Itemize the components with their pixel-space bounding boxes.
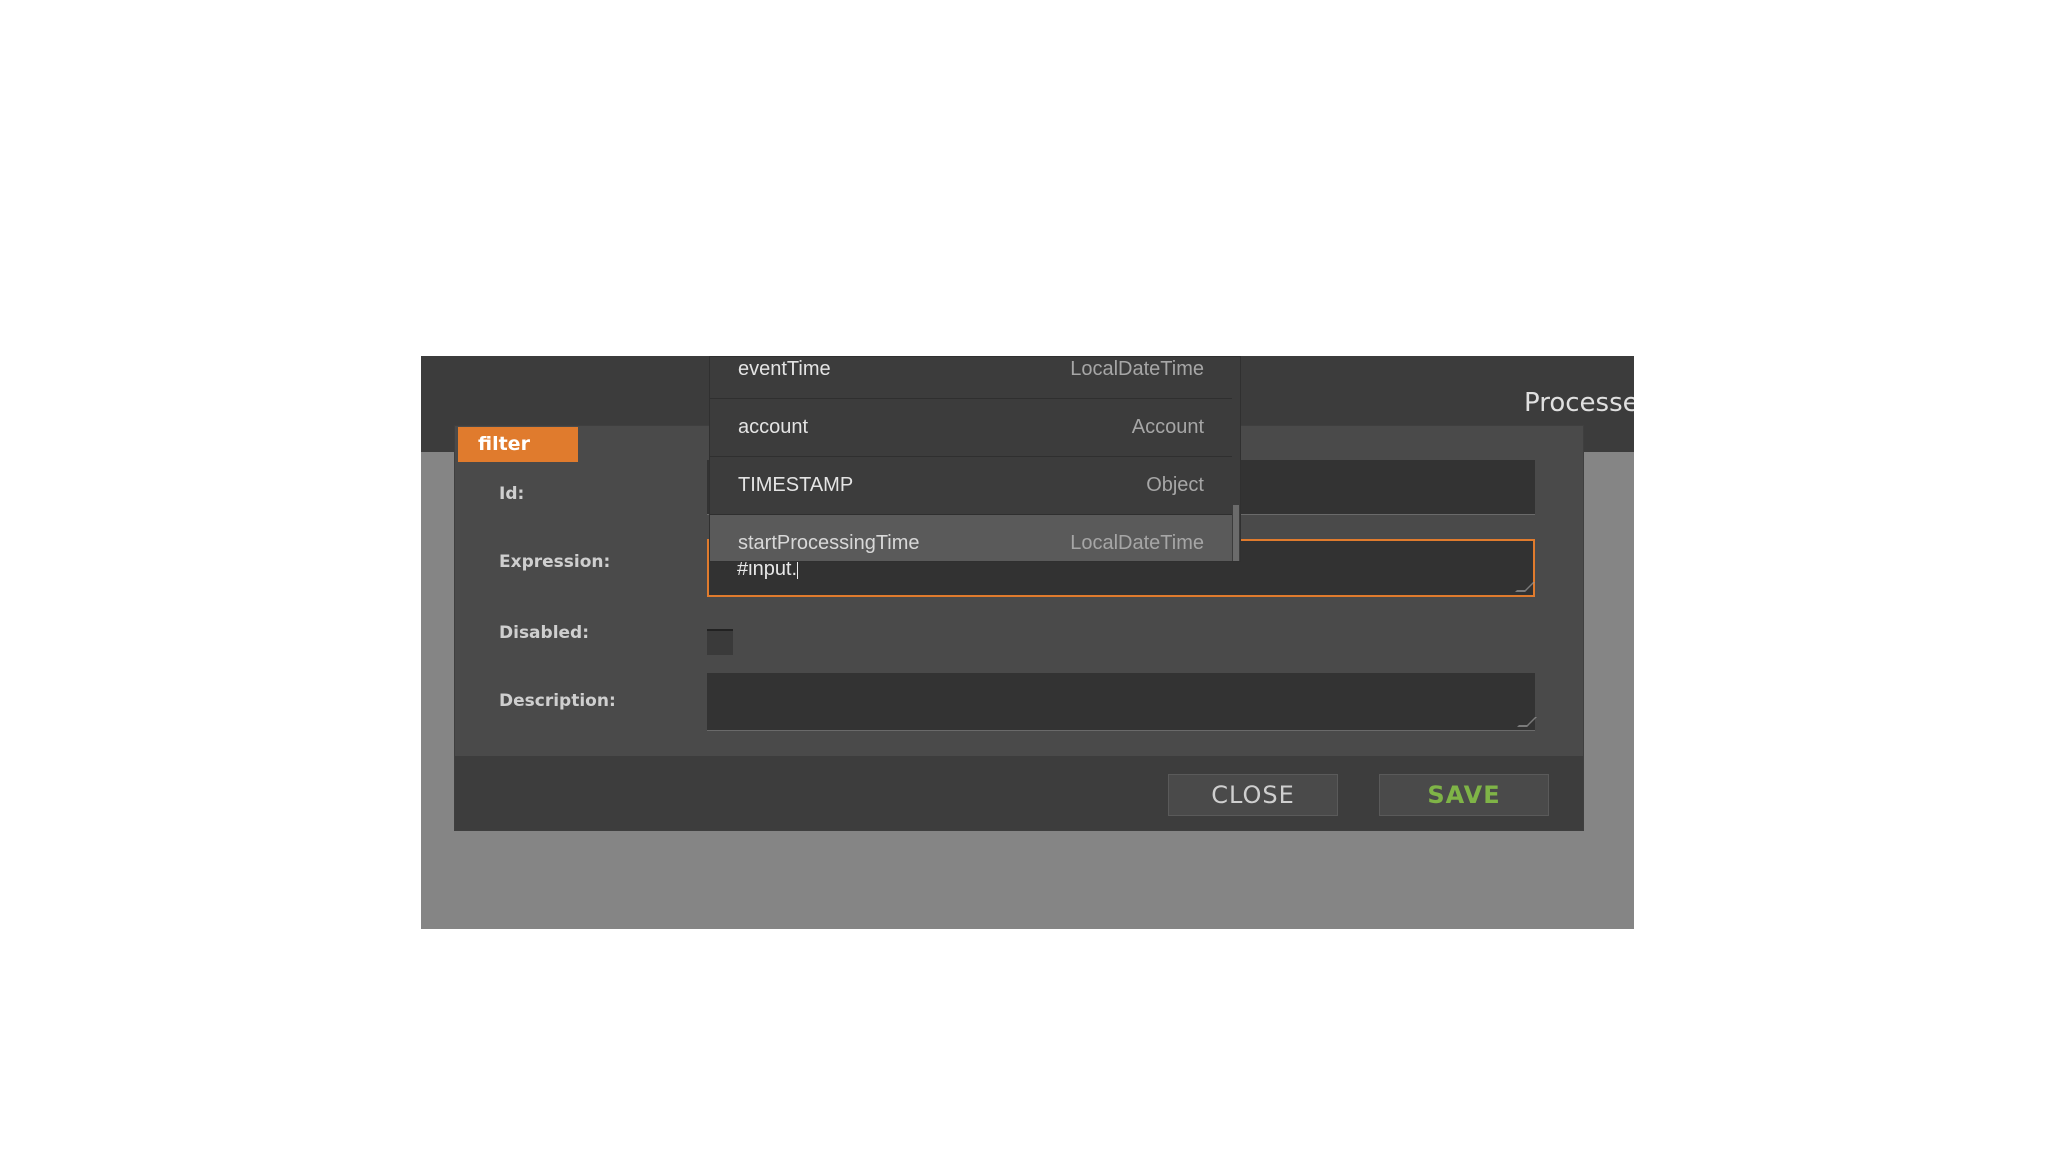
dropdown-scrollbar[interactable]	[1233, 505, 1239, 561]
expression-label: Expression:	[499, 552, 611, 572]
save-button[interactable]: SAVE	[1379, 774, 1549, 816]
autocomplete-item[interactable]: account Account	[710, 399, 1232, 457]
item-type: LocalDateTime	[1070, 358, 1204, 380]
header-title: Processe	[1524, 388, 1634, 418]
item-name: startProcessingTime	[738, 532, 920, 554]
autocomplete-item-selected[interactable]: startProcessingTime LocalDateTime	[710, 515, 1232, 561]
item-type: LocalDateTime	[1070, 532, 1204, 554]
disabled-label: Disabled:	[499, 623, 590, 643]
autocomplete-item[interactable]: eventTime LocalDateTime	[710, 357, 1232, 399]
autocomplete-item[interactable]: TIMESTAMP Object	[710, 457, 1232, 515]
description-field[interactable]	[707, 673, 1537, 731]
item-name: TIMESTAMP	[738, 474, 854, 496]
autocomplete-dropdown: eventTime LocalDateTime account Account …	[709, 356, 1241, 562]
resize-grip-icon[interactable]	[1517, 717, 1537, 727]
item-name: eventTime	[738, 358, 831, 380]
modal-footer: CLOSE SAVE	[455, 756, 1583, 830]
description-label: Description:	[499, 691, 616, 711]
item-name: account	[738, 416, 809, 438]
node-type-tag: filter	[458, 427, 578, 462]
resize-grip-icon[interactable]	[1515, 582, 1535, 592]
item-type: Account	[1131, 416, 1204, 438]
id-label: Id:	[499, 484, 525, 504]
item-type: Object	[1146, 474, 1204, 496]
disabled-checkbox[interactable]	[707, 629, 733, 655]
close-button[interactable]: CLOSE	[1168, 774, 1338, 816]
